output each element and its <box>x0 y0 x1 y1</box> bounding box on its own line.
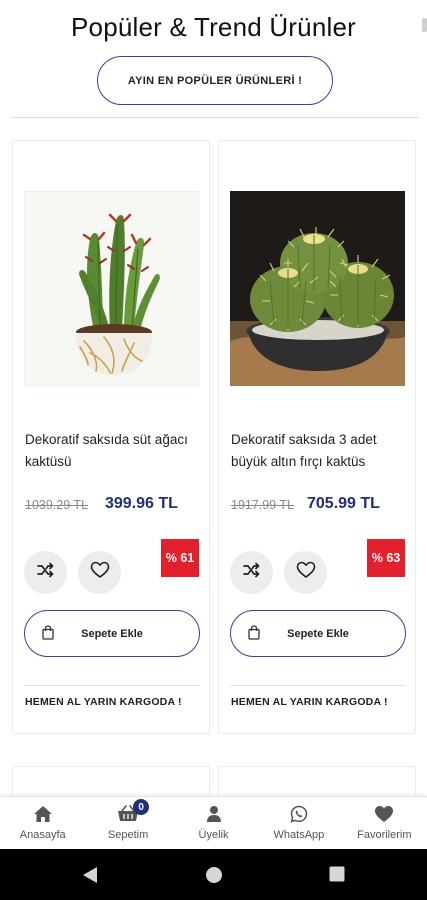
nav-label: Favorilerim <box>357 829 412 841</box>
nav-item-whatsapp[interactable]: WhatsApp <box>256 797 341 849</box>
add-to-cart-label: Sepete Ekle <box>81 627 143 640</box>
sale-price: 399.96 TL <box>105 495 178 512</box>
heart-outline-icon <box>90 561 110 584</box>
shuffle-icon <box>36 562 55 583</box>
nav-label: Sepetim <box>107 829 149 841</box>
user-icon <box>206 804 222 824</box>
favorite-button[interactable] <box>284 551 327 594</box>
cart-count-badge: 0 <box>133 799 150 815</box>
compare-button[interactable] <box>230 551 273 594</box>
nav-item-favorites[interactable]: Favorilerim <box>342 797 427 849</box>
discount-badge: % 61 <box>161 539 199 577</box>
shipping-note: HEMEN AL YARIN KARGODA ! <box>231 696 388 708</box>
bottom-navigation: Anasayfa 0 Sepetim Üyelik WhatsApp Favor… <box>0 796 427 849</box>
discount-badge: % 63 <box>367 539 405 577</box>
product-name[interactable]: Dekoratif saksıda 3 adet büyük altın fır… <box>231 429 406 473</box>
home-button-icon[interactable] <box>205 866 223 889</box>
compare-button[interactable] <box>24 551 67 594</box>
add-to-cart-button[interactable]: Sepete Ekle <box>24 610 200 657</box>
nav-label: WhatsApp <box>273 829 325 841</box>
old-price: 1039.29 TL <box>25 498 89 512</box>
divider <box>24 685 200 686</box>
whatsapp-icon <box>290 804 308 824</box>
recents-icon[interactable] <box>329 866 345 887</box>
nav-item-cart[interactable]: 0 Sepetim <box>85 797 170 849</box>
page: Popüler & Trend Ürünler AYIN EN POPÜLER … <box>0 0 427 900</box>
back-icon[interactable] <box>82 866 98 889</box>
nav-item-membership[interactable]: Üyelik <box>171 797 256 849</box>
product-image[interactable] <box>24 191 199 386</box>
section-title: Popüler & Trend Ürünler <box>71 12 356 42</box>
product-card[interactable]: Dekoratif saksıda 3 adet büyük altın fır… <box>218 140 416 734</box>
sale-price: 705.99 TL <box>307 495 380 512</box>
divider <box>230 685 406 686</box>
shopping-bag-icon <box>42 625 54 643</box>
divider <box>10 117 419 118</box>
shipping-note: HEMEN AL YARIN KARGODA ! <box>25 696 182 708</box>
shopping-bag-icon <box>248 625 260 643</box>
product-image[interactable] <box>230 191 405 386</box>
add-to-cart-label: Sepete Ekle <box>287 627 349 640</box>
add-to-cart-button[interactable]: Sepete Ekle <box>230 610 406 657</box>
nav-item-home[interactable]: Anasayfa <box>0 797 85 849</box>
nav-label: Anasayfa <box>19 829 66 841</box>
product-name[interactable]: Dekoratif saksıda süt ağacı kaktüsü <box>25 429 200 473</box>
nav-label: Üyelik <box>198 829 229 841</box>
popular-products-button[interactable]: AYIN EN POPÜLER ÜRÜNLERİ ! <box>97 56 333 105</box>
home-icon <box>33 804 53 824</box>
heart-icon <box>374 804 394 824</box>
old-price: 1917.99 TL <box>231 498 295 512</box>
system-navigation-bar <box>0 849 427 900</box>
product-card[interactable]: Dekoratif saksıda süt ağacı kaktüsü 1039… <box>12 140 210 734</box>
favorite-button[interactable] <box>78 551 121 594</box>
heart-outline-icon <box>296 561 316 584</box>
shuffle-icon <box>242 562 261 583</box>
